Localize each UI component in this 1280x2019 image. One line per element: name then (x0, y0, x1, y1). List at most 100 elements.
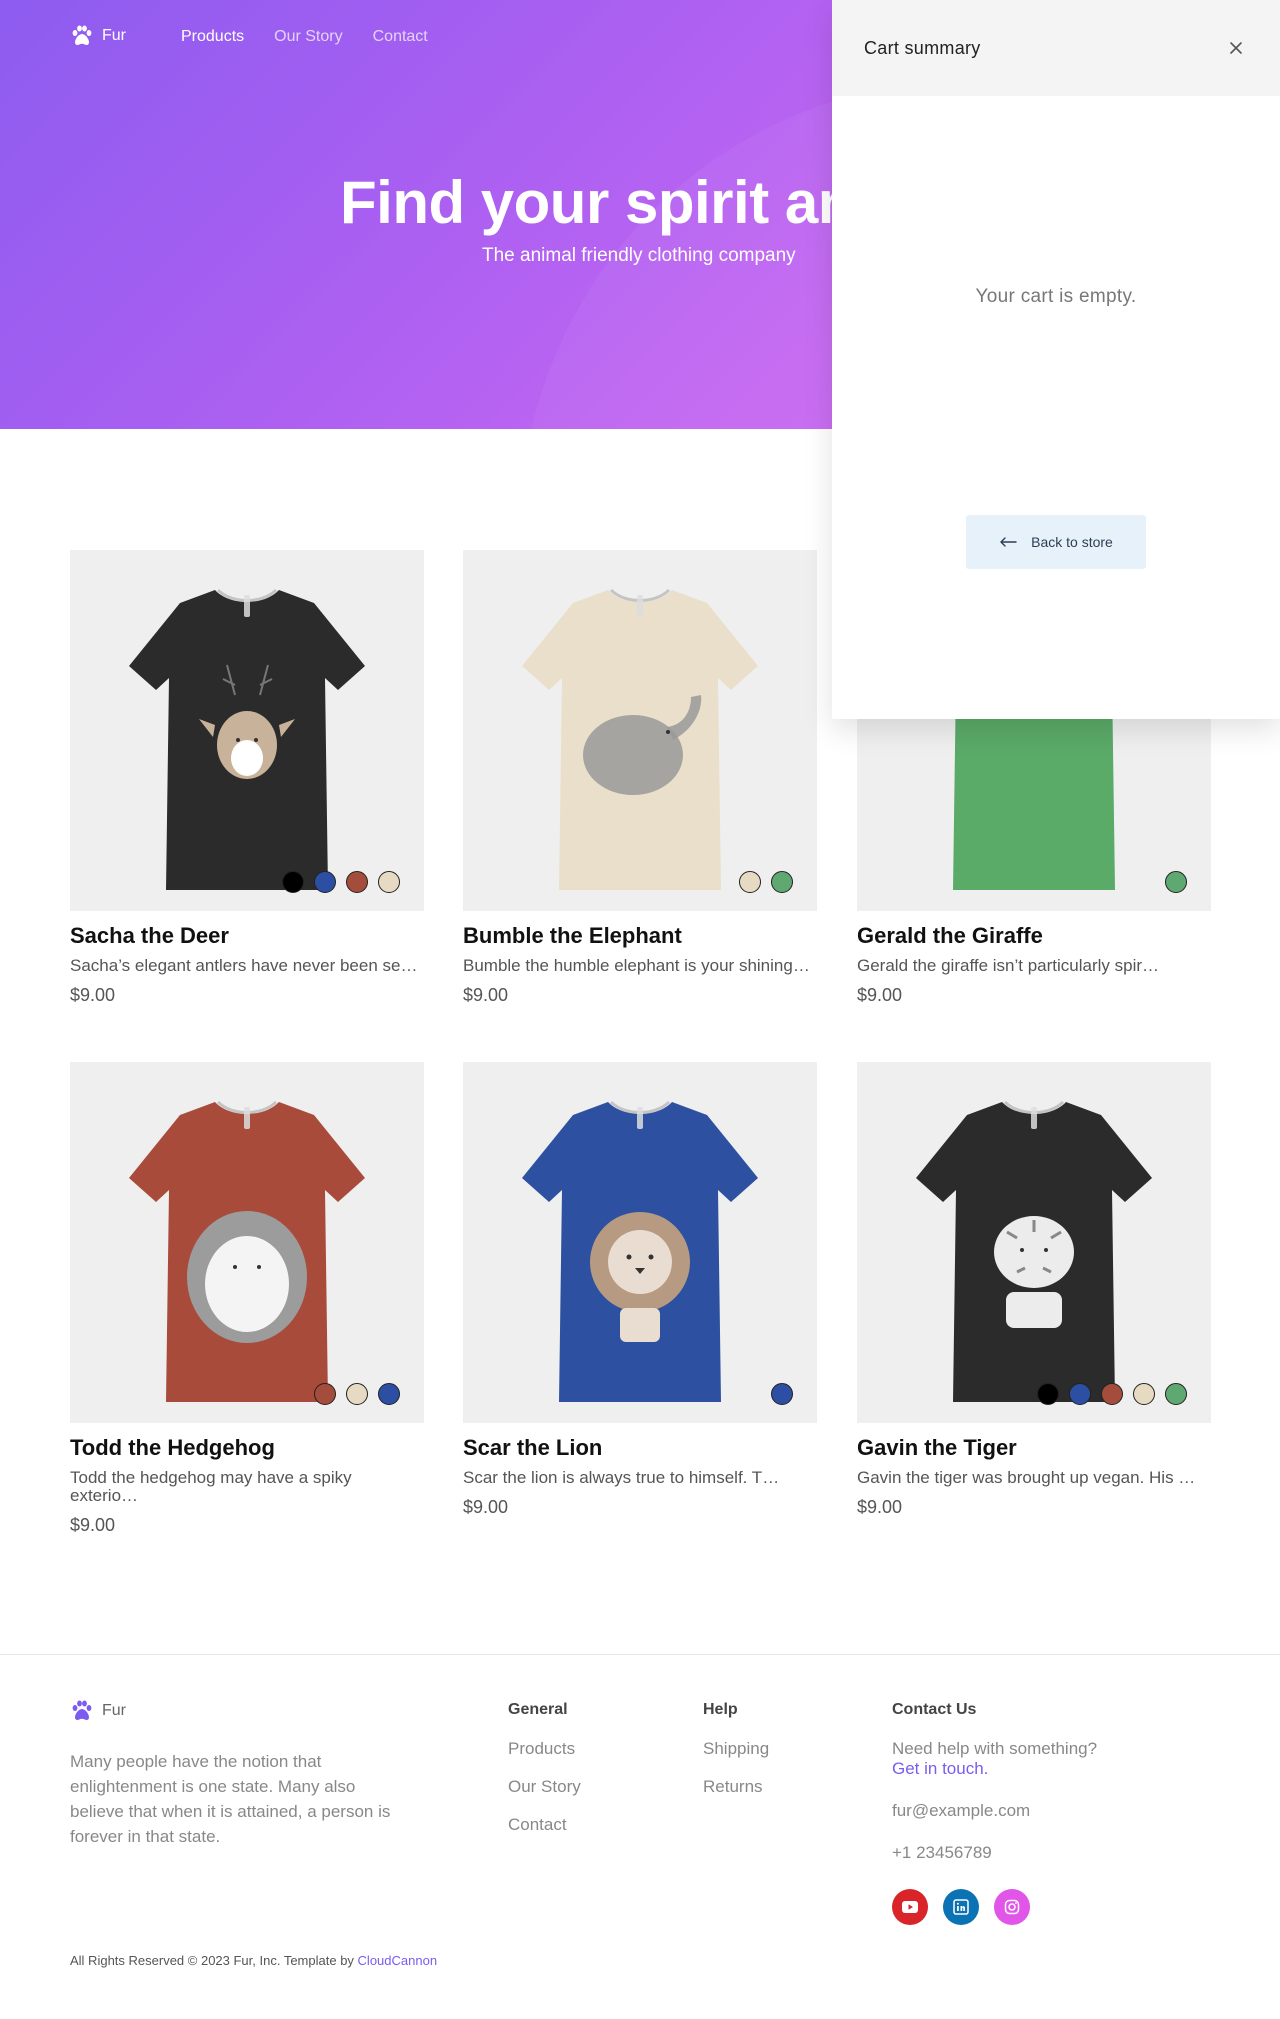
footer-link-returns[interactable]: Returns (703, 1777, 769, 1797)
social-links (892, 1889, 1097, 1925)
hero-title: Find your spirit an (340, 169, 832, 236)
color-swatch[interactable] (314, 1383, 336, 1405)
color-swatches (1165, 871, 1187, 893)
footer-link-contact[interactable]: Contact (508, 1815, 581, 1835)
nav-contact[interactable]: Contact (373, 28, 428, 46)
nav-products[interactable]: Products (181, 28, 244, 46)
footer-about-text: Many people have the notion that enlight… (70, 1752, 391, 1846)
product-image[interactable] (857, 1062, 1211, 1423)
color-swatch[interactable] (346, 871, 368, 893)
product-name[interactable]: Sacha the Deer (70, 923, 424, 949)
product-price: $9.00 (463, 985, 509, 1005)
contact-phone-link[interactable]: +1 23456789 (892, 1843, 1097, 1863)
brand-logo[interactable]: Fur (70, 24, 126, 48)
product-price: $9.00 (857, 1497, 903, 1517)
color-swatch[interactable] (378, 871, 400, 893)
product-card[interactable]: Todd the Hedgehog Todd the hedgehog may h… (70, 1062, 424, 1536)
product-name[interactable]: Gavin the Tiger (857, 1435, 1211, 1461)
arrow-left-icon (1000, 537, 1017, 547)
back-to-store-label: Back to store (1031, 534, 1113, 550)
color-swatch[interactable] (346, 1383, 368, 1405)
cloudcannon-link[interactable]: CloudCannon (358, 1953, 438, 1968)
product-card[interactable]: Scar the Lion Scar the lion is always tru… (463, 1062, 817, 1518)
color-swatch[interactable] (314, 871, 336, 893)
product-description: Gavin the tiger was brought up vegan. Hi… (857, 1468, 1196, 1487)
product-card[interactable]: Gavin the Tiger Gavin the tiger was broug… (857, 1062, 1211, 1518)
product-image[interactable] (463, 550, 817, 911)
color-swatch[interactable] (378, 1383, 400, 1405)
tshirt-image (129, 588, 365, 890)
cart-empty-message: Your cart is empty. (975, 286, 1137, 307)
contact-help-text: Need help with something? Get in touch. (892, 1739, 1097, 1779)
product-name[interactable]: Scar the Lion (463, 1435, 817, 1461)
footer-link-our-story[interactable]: Our Story (508, 1777, 581, 1797)
color-swatch[interactable] (1101, 1383, 1123, 1405)
tshirt-image (916, 1100, 1152, 1402)
color-swatch[interactable] (1069, 1383, 1091, 1405)
product-price: $9.00 (70, 985, 116, 1005)
product-description: Sacha’s elegant antlers have never been … (70, 956, 418, 975)
copyright-text: All Rights Reserved © 2023 Fur, Inc. Tem… (70, 1953, 437, 1968)
instagram-icon[interactable] (994, 1889, 1030, 1925)
footer-help-title: Help (703, 1701, 738, 1718)
color-swatch[interactable] (1037, 1383, 1059, 1405)
product-price: $9.00 (70, 1515, 116, 1535)
contact-help-prefix: Need help with something? (892, 1739, 1098, 1758)
color-swatch[interactable] (1165, 1383, 1187, 1405)
copyright-label: All Rights Reserved © 2023 Fur, Inc. Tem… (70, 1953, 354, 1968)
footer-help-column: Help Shipping Returns (703, 1701, 769, 1815)
product-description: Scar the lion is always true to himself.… (463, 1468, 780, 1487)
cart-summary-panel: Cart summary Your cart is empty. Back to… (832, 0, 1280, 719)
footer-logo[interactable]: Fur (70, 1699, 126, 1723)
get-in-touch-link[interactable]: Get in touch. (892, 1759, 1097, 1779)
product-price: $9.00 (857, 985, 903, 1005)
product-image[interactable] (463, 1062, 817, 1423)
color-swatches (771, 1383, 793, 1405)
product-price: $9.00 (463, 1497, 509, 1517)
cart-header: Cart summary (832, 0, 1280, 96)
tshirt-image (129, 1100, 365, 1402)
brand-name: Fur (102, 27, 126, 44)
footer-brand-name: Fur (102, 1702, 126, 1719)
color-swatch[interactable] (771, 1383, 793, 1405)
hero-banner: Fur Products Our Story Contact Find your… (0, 0, 832, 429)
footer-general-column: General Products Our Story Contact (508, 1701, 581, 1853)
footer-link-shipping[interactable]: Shipping (703, 1739, 769, 1759)
product-name[interactable]: Bumble the Elephant (463, 923, 817, 949)
product-description: Bumble the humble elephant is your shini… (463, 956, 810, 975)
product-description: Todd the hedgehog may have a spiky exter… (70, 1468, 352, 1505)
footer-link-products[interactable]: Products (508, 1739, 581, 1759)
close-icon (1230, 42, 1242, 54)
hero-subtitle: The animal friendly clothing company (482, 245, 796, 266)
color-swatch[interactable] (739, 871, 761, 893)
tshirt-image (522, 1100, 758, 1402)
product-card[interactable]: Sacha the Deer Sacha’s elegant antlers ha… (70, 550, 424, 1006)
cart-title: Cart summary (864, 37, 981, 58)
main-nav: Products Our Story Contact (181, 28, 428, 46)
color-swatch[interactable] (1165, 871, 1187, 893)
linkedin-icon[interactable] (943, 1889, 979, 1925)
color-swatches (314, 1383, 400, 1405)
product-name[interactable]: Todd the Hedgehog (70, 1435, 424, 1461)
product-image[interactable] (70, 550, 424, 911)
site-footer: Fur Many people have the notion that enl… (0, 1654, 1280, 2019)
color-swatch[interactable] (282, 871, 304, 893)
color-swatch[interactable] (1133, 1383, 1155, 1405)
close-cart-button[interactable] (1224, 36, 1248, 60)
nav-our-story[interactable]: Our Story (274, 28, 342, 46)
paw-icon (70, 24, 94, 48)
color-swatch[interactable] (771, 871, 793, 893)
product-image[interactable] (70, 1062, 424, 1423)
youtube-icon[interactable] (892, 1889, 928, 1925)
product-card[interactable]: Bumble the Elephant Bumble the humble ele… (463, 550, 817, 1006)
color-swatches (739, 871, 793, 893)
contact-email-link[interactable]: fur@example.com (892, 1801, 1097, 1821)
back-to-store-button[interactable]: Back to store (966, 515, 1146, 569)
product-description: Gerald the giraffe isn’t particularly sp… (857, 956, 1160, 975)
tshirt-image (522, 588, 758, 890)
footer-general-title: General (508, 1701, 568, 1718)
paw-icon (70, 1699, 94, 1723)
color-swatches (282, 871, 400, 893)
product-name[interactable]: Gerald the Giraffe (857, 923, 1211, 949)
footer-contact-title: Contact Us (892, 1701, 977, 1718)
